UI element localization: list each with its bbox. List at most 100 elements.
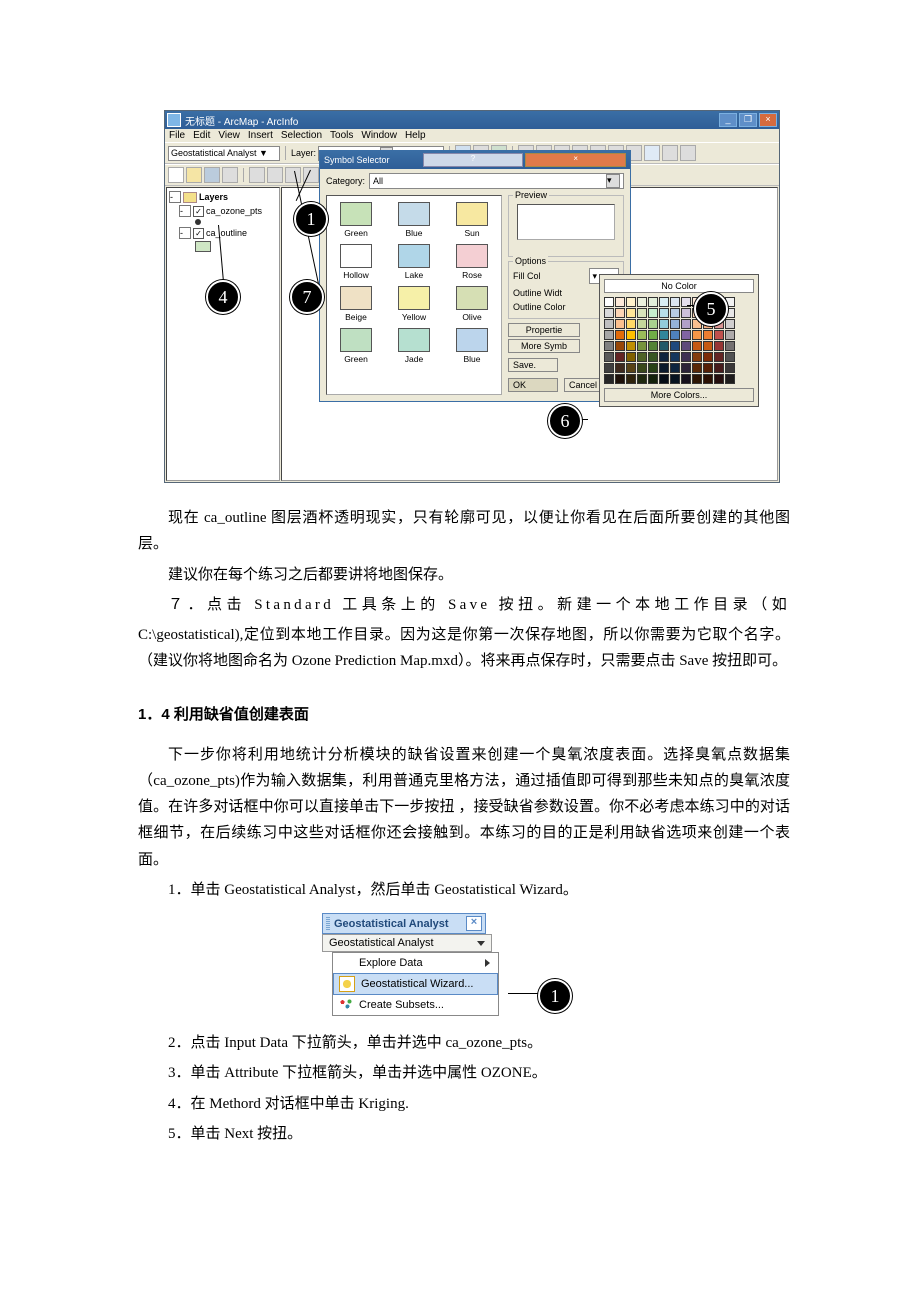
color-swatch[interactable] <box>681 308 691 318</box>
ok-button[interactable]: OK <box>508 378 558 392</box>
color-swatch[interactable] <box>615 330 625 340</box>
color-swatch[interactable] <box>670 352 680 362</box>
symbol-swatch[interactable]: Beige <box>337 286 375 322</box>
color-swatch[interactable] <box>670 308 680 318</box>
color-swatch[interactable] <box>670 330 680 340</box>
color-swatch[interactable] <box>670 319 680 329</box>
print-icon[interactable] <box>222 167 238 183</box>
color-swatch[interactable] <box>604 352 614 362</box>
color-swatch[interactable] <box>692 330 702 340</box>
color-swatch[interactable] <box>670 374 680 384</box>
layer-checkbox[interactable]: ✓ <box>193 206 204 217</box>
toc-root[interactable]: Layers <box>199 192 228 202</box>
menu-help[interactable]: Help <box>405 130 426 141</box>
color-swatch[interactable] <box>626 330 636 340</box>
tool-find-icon[interactable] <box>662 145 678 161</box>
color-swatch[interactable] <box>659 341 669 351</box>
color-swatch[interactable] <box>626 352 636 362</box>
color-swatch[interactable] <box>714 352 724 362</box>
menu-insert[interactable]: Insert <box>248 130 273 141</box>
ga-toolbar-close[interactable]: × <box>466 916 482 931</box>
color-swatch[interactable] <box>725 363 735 373</box>
color-swatch[interactable] <box>659 297 669 307</box>
geostat-dropdown[interactable]: Geostatistical Analyst ▼ <box>168 146 280 161</box>
cut-icon[interactable] <box>249 167 265 183</box>
symbol-swatch[interactable]: Rose <box>453 244 491 280</box>
symbol-swatch[interactable]: Hollow <box>337 244 375 280</box>
color-swatch[interactable] <box>681 319 691 329</box>
color-swatch[interactable] <box>648 363 658 373</box>
color-swatch[interactable] <box>615 308 625 318</box>
no-color-button[interactable]: No Color <box>604 279 754 293</box>
color-swatch[interactable] <box>637 374 647 384</box>
color-swatch[interactable] <box>659 308 669 318</box>
color-swatch[interactable] <box>637 341 647 351</box>
minimize-button[interactable]: _ <box>719 113 737 127</box>
color-swatch[interactable] <box>604 363 614 373</box>
minus-icon[interactable]: - <box>179 205 191 217</box>
color-swatch[interactable] <box>648 297 658 307</box>
menu-edit[interactable]: Edit <box>193 130 210 141</box>
toc-layer-ozone[interactable]: ca_ozone_pts <box>206 206 262 216</box>
color-swatch[interactable] <box>659 363 669 373</box>
paste-icon[interactable] <box>285 167 301 183</box>
grip-icon[interactable] <box>326 917 330 931</box>
color-swatch[interactable] <box>626 341 636 351</box>
minus-icon[interactable]: - <box>179 227 191 239</box>
color-swatch[interactable] <box>637 363 647 373</box>
color-swatch[interactable] <box>637 297 647 307</box>
dialog-help-button[interactable]: ? <box>423 153 524 167</box>
color-swatch[interactable] <box>670 297 680 307</box>
symbol-swatch[interactable]: Olive <box>453 286 491 322</box>
menu-view[interactable]: View <box>218 130 240 141</box>
color-swatch[interactable] <box>637 330 647 340</box>
color-swatch[interactable] <box>648 341 658 351</box>
symbol-swatch[interactable]: Sun <box>453 202 491 238</box>
color-swatch[interactable] <box>681 341 691 351</box>
color-swatch[interactable] <box>692 352 702 362</box>
symbol-swatch[interactable]: Blue <box>453 328 491 364</box>
color-swatch[interactable] <box>604 374 614 384</box>
color-swatch[interactable] <box>681 330 691 340</box>
color-swatch[interactable] <box>626 308 636 318</box>
color-swatch[interactable] <box>692 341 702 351</box>
color-swatch[interactable] <box>681 374 691 384</box>
open-icon[interactable] <box>186 167 202 183</box>
color-swatch[interactable] <box>604 341 614 351</box>
toc-layer-outline[interactable]: ca_outline <box>206 228 247 238</box>
color-swatch[interactable] <box>648 319 658 329</box>
category-dropdown[interactable]: All▾ <box>369 173 624 189</box>
color-swatch[interactable] <box>637 352 647 362</box>
color-swatch[interactable] <box>714 341 724 351</box>
more-colors-button[interactable]: More Colors... <box>604 388 754 402</box>
menu-tools[interactable]: Tools <box>330 130 353 141</box>
ga-dropdown[interactable]: Geostatistical Analyst <box>322 934 492 952</box>
tool-measure-icon[interactable] <box>680 145 696 161</box>
copy-icon[interactable] <box>267 167 283 183</box>
menu-create-subsets[interactable]: Create Subsets... <box>333 995 498 1015</box>
color-swatch[interactable] <box>725 341 735 351</box>
color-swatch[interactable] <box>659 374 669 384</box>
color-swatch[interactable] <box>648 374 658 384</box>
color-swatch[interactable] <box>725 319 735 329</box>
color-swatch[interactable] <box>714 330 724 340</box>
color-swatch[interactable] <box>725 352 735 362</box>
color-swatch[interactable] <box>714 374 724 384</box>
menu-selection[interactable]: Selection <box>281 130 322 141</box>
color-swatch[interactable] <box>626 319 636 329</box>
dialog-close-button[interactable]: × <box>525 153 626 167</box>
color-swatch[interactable] <box>692 374 702 384</box>
color-swatch[interactable] <box>615 374 625 384</box>
symbol-swatch[interactable]: Yellow <box>395 286 433 322</box>
color-swatch[interactable] <box>604 297 614 307</box>
menu-window[interactable]: Window <box>361 130 397 141</box>
color-swatch[interactable] <box>703 352 713 362</box>
more-symbols-button[interactable]: More Symb <box>508 339 580 353</box>
color-swatch[interactable] <box>626 297 636 307</box>
menu-geostat-wizard[interactable]: Geostatistical Wizard... <box>333 973 498 995</box>
save-icon[interactable] <box>204 167 220 183</box>
symbol-swatch[interactable]: Green <box>337 202 375 238</box>
symbol-swatch[interactable]: Blue <box>395 202 433 238</box>
color-swatch[interactable] <box>615 352 625 362</box>
color-swatch[interactable] <box>670 341 680 351</box>
